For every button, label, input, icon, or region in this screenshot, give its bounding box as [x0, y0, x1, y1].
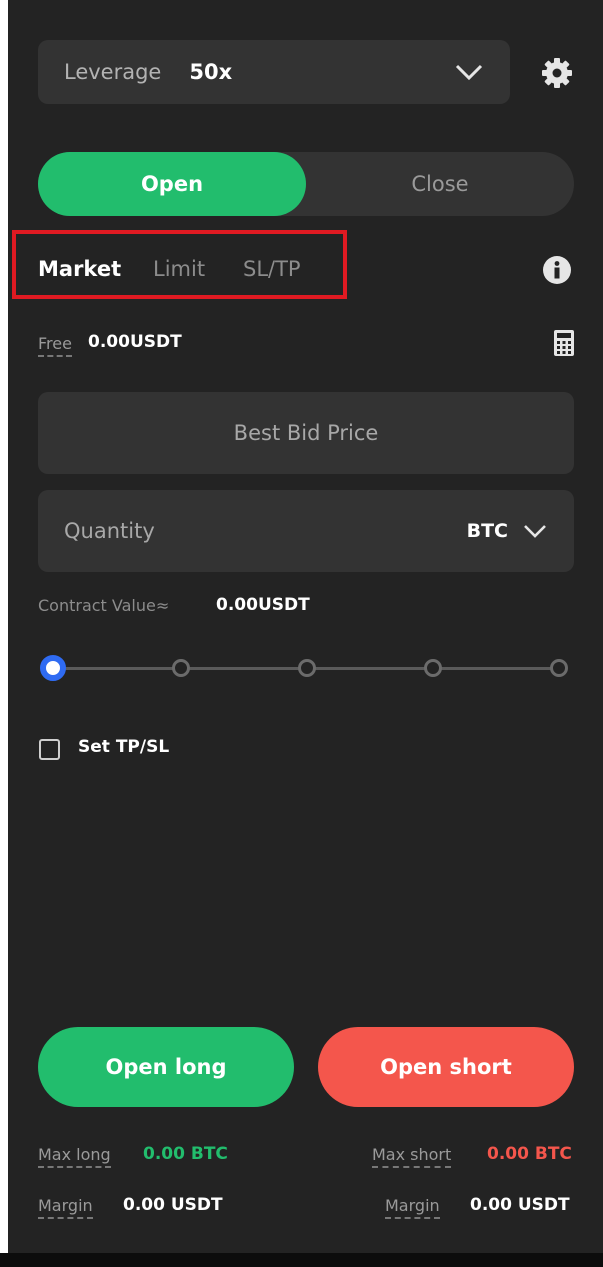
- contract-value-label: Contract Value≈: [38, 596, 170, 615]
- max-long-label[interactable]: Max long: [38, 1145, 111, 1168]
- set-tpsl-checkbox[interactable]: [39, 739, 60, 760]
- tab-limit[interactable]: Limit: [153, 257, 205, 281]
- slider-stop-100[interactable]: [550, 659, 568, 677]
- max-long-value: 0.00 BTC: [143, 1144, 228, 1164]
- contract-value: 0.00USDT: [216, 595, 310, 615]
- quantity-placeholder: Quantity: [64, 519, 155, 543]
- quantity-unit-select[interactable]: BTC: [467, 520, 508, 542]
- open-short-button[interactable]: Open short: [318, 1027, 574, 1107]
- calculator-icon[interactable]: [554, 330, 574, 356]
- slider-stop-25[interactable]: [172, 659, 190, 677]
- free-balance-label[interactable]: Free: [38, 334, 72, 357]
- max-short-label[interactable]: Max short: [372, 1145, 452, 1168]
- tab-market[interactable]: Market: [38, 257, 121, 281]
- quantity-input[interactable]: Quantity BTC: [38, 490, 574, 572]
- slider-thumb[interactable]: [40, 655, 66, 681]
- leverage-select[interactable]: Leverage 50x: [38, 40, 510, 104]
- leverage-value: 50x: [189, 60, 233, 84]
- free-balance-value: 0.00USDT: [88, 332, 182, 352]
- max-short-value: 0.00 BTC: [487, 1144, 572, 1164]
- price-input[interactable]: Best Bid Price: [38, 392, 574, 474]
- slider-stop-75[interactable]: [424, 659, 442, 677]
- slider-stop-50[interactable]: [298, 659, 316, 677]
- open-long-button[interactable]: Open long: [38, 1027, 294, 1107]
- margin-short-label[interactable]: Margin: [385, 1196, 440, 1219]
- price-placeholder: Best Bid Price: [233, 421, 379, 445]
- set-tpsl-label[interactable]: Set TP/SL: [78, 737, 169, 757]
- gear-icon[interactable]: [540, 56, 574, 90]
- chevron-down-icon: [455, 64, 483, 81]
- tab-close[interactable]: Close: [306, 152, 574, 216]
- trade-panel: Leverage 50x Open Close Market Limit SL/…: [8, 0, 603, 1253]
- bottom-edge: [0, 1253, 603, 1267]
- leverage-label: Leverage: [64, 60, 162, 84]
- open-close-toggle: Open Close: [38, 152, 574, 216]
- chevron-down-icon[interactable]: [522, 522, 548, 540]
- margin-long-value: 0.00 USDT: [123, 1195, 223, 1215]
- tab-open[interactable]: Open: [38, 152, 306, 216]
- margin-short-value: 0.00 USDT: [470, 1195, 570, 1215]
- info-icon[interactable]: [542, 255, 572, 285]
- tab-sl-tp[interactable]: SL/TP: [243, 257, 301, 281]
- margin-long-label[interactable]: Margin: [38, 1196, 93, 1219]
